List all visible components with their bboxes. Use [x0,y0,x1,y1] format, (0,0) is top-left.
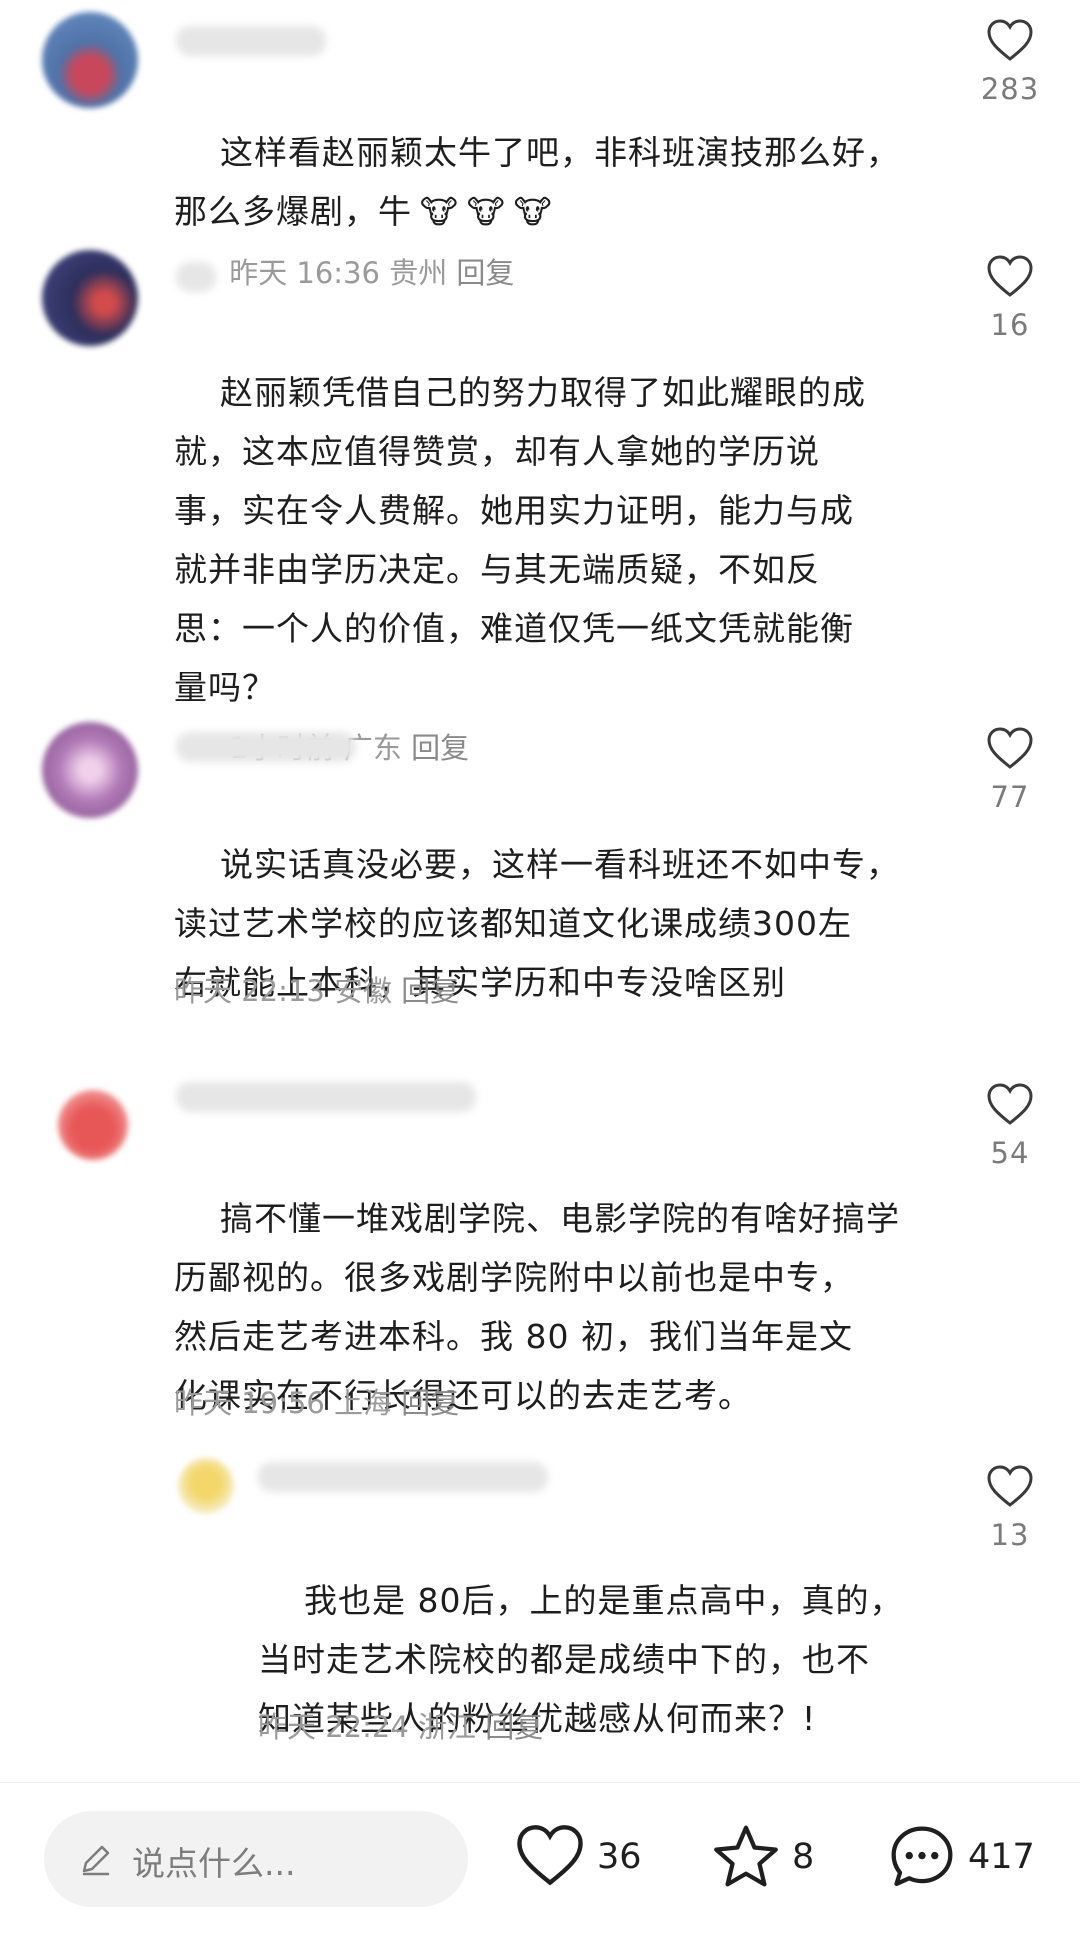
cow-emoji: 🐮 [420,193,459,231]
heart-icon [987,1083,1033,1125]
reply-button[interactable]: 回复 [401,974,459,1008]
like-count: 283 [980,72,1040,106]
reply-button[interactable]: 回复 [485,1710,543,1744]
heart-icon [987,727,1033,769]
reply-button[interactable]: 回复 [456,256,514,290]
like-count: 16 [990,308,1030,342]
like-count: 13 [990,1518,1030,1552]
comment-input-placeholder: 说点什么... [132,1844,296,1883]
comment-action[interactable]: 417 [888,1823,1038,1893]
comment-meta: 昨天 19:56 上海 回复 [174,1386,460,1420]
comment-meta: 昨天 16:36 贵州 回复 [229,256,515,290]
like-button[interactable]: 16 [970,254,1050,342]
like-total: 36 [597,1837,642,1877]
cow-emoji: 🐮 [513,193,553,231]
comment-body: 赵丽颖凭借自己的努力取得了如此耀眼的成 就，这本应值得赞赏，却有人拿她的学历说 … [174,373,866,707]
favorite-total: 8 [792,1837,815,1877]
comment-text: 搞不懂一堆戏剧学院、电影学院的有啥好搞学 历鄙视的。很多戏剧学院附中以前也是中专… [174,1130,934,1484]
heart-icon [987,19,1033,61]
username[interactable] [176,732,356,762]
avatar[interactable] [42,250,138,346]
heart-icon [517,1825,583,1886]
username[interactable] [176,1082,476,1112]
comment-bubble-icon [891,1826,953,1887]
reply-button[interactable]: 回复 [401,1386,459,1420]
pencil-icon [82,1845,110,1876]
like-button[interactable]: 54 [970,1082,1050,1170]
username[interactable] [258,1462,548,1492]
comment-text: 说实话真没必要，这样一看科班还不如中专， 读过艺术学校的应该都知道文化课成绩30… [174,776,934,1071]
cow-emoji: 🐮 [466,193,506,231]
comment-meta: 昨天 22:13 安徽 回复 [174,974,460,1008]
heart-icon [987,255,1033,297]
avatar[interactable] [178,1458,234,1514]
comment-input[interactable]: 说点什么... [44,1811,468,1907]
avatar[interactable] [58,1090,128,1160]
favorite-action[interactable]: 8 [712,1823,822,1893]
star-icon [714,1825,778,1887]
avatar[interactable] [42,722,138,818]
username[interactable] [176,26,326,56]
comment-meta: 昨天 22:24 浙江 回复 [258,1710,544,1744]
username[interactable] [176,262,216,292]
reply-button[interactable]: 回复 [411,731,469,765]
like-count: 54 [990,1136,1030,1170]
avatar[interactable] [42,12,138,108]
bottom-action-bar: 说点什么... 36 8 417 [0,1782,1080,1936]
like-button[interactable]: 283 [970,18,1050,106]
like-action[interactable]: 36 [515,1823,645,1893]
like-button[interactable]: 77 [970,726,1050,814]
heart-icon [987,1465,1033,1507]
like-button[interactable]: 13 [970,1464,1050,1552]
comment-total: 417 [968,1837,1035,1877]
comment-text: 我也是 80后，上的是重点高中，真的， 当时走艺术院校的都是成绩中下的，也不 知… [258,1512,958,1807]
like-count: 77 [990,780,1030,814]
